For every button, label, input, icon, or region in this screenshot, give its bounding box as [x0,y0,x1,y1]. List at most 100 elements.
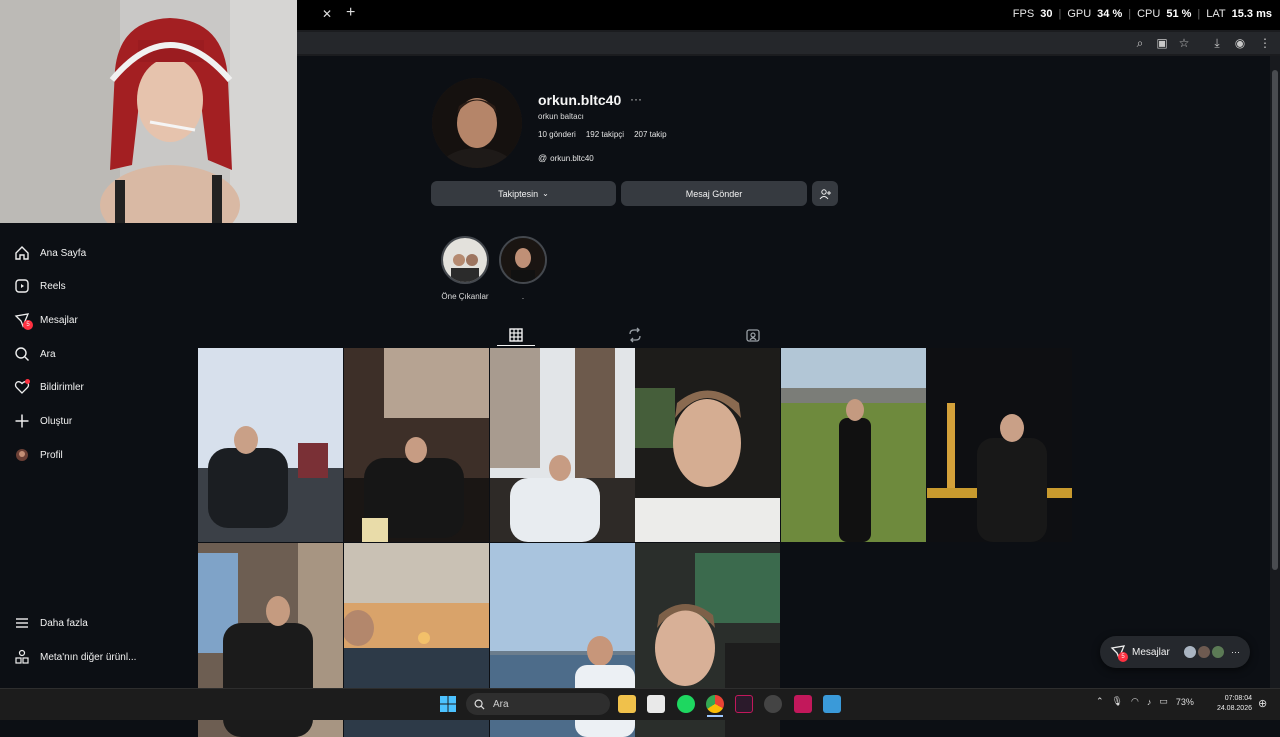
profile-counts: 10 gönderi 192 takipçi 207 takip [538,130,667,139]
sidebar-item-profile[interactable]: Profil [14,445,63,465]
threads-link[interactable]: @ orkun.bltc40 [538,153,594,163]
sidebar-item-create[interactable]: Oluştur [14,411,72,431]
chrome-icon[interactable] [706,695,724,713]
reels-icon [15,279,29,293]
chevron-down-icon: ⌄ [542,189,549,198]
account-icon[interactable]: ◉ [1232,36,1248,50]
threads-handle: orkun.bltc40 [550,153,594,163]
posts-grid-icon[interactable] [507,326,525,344]
taskbar-clock[interactable]: 07:08:04 24.08.2026 [1208,694,1252,714]
post-thumbnail[interactable] [781,348,926,542]
lat-value: 15.3 ms [1231,8,1272,20]
avatar [1197,645,1211,659]
cpu-value: 51 % [1166,8,1192,20]
store-icon[interactable] [647,695,665,713]
sidebar-item-label: Meta'nın diğer ürünl... [40,651,137,663]
taskbar-search-placeholder: Ara [493,698,509,710]
clock-time: 07:08:04 [1224,695,1252,702]
more-options-icon[interactable]: ··· [630,92,642,106]
fps-value: 30 [1040,8,1053,20]
followers-count[interactable]: 192 takipçi [586,130,624,139]
file-explorer-icon[interactable] [618,695,636,713]
highlight-2[interactable] [499,236,547,284]
lat-label: LAT [1206,8,1226,20]
sidebar-item-label: Bildirimler [40,381,84,393]
messages-pill-badge: 5 [1118,652,1128,662]
more-icon: ··· [1231,647,1240,657]
post-thumbnail[interactable] [198,348,343,542]
messages-badge: 5 [23,320,33,330]
messages-pill-label: Mesajlar [1132,646,1170,658]
threads-app-icon[interactable] [764,695,782,713]
sidebar-item-label: Daha fazla [40,617,88,629]
search-icon [474,699,485,710]
scrollbar-thumb[interactable] [1272,70,1278,570]
performance-overlay: FPS 30 | GPU 34 % | CPU 51 % | LAT 15.3 ms [1012,8,1272,20]
app-icon[interactable] [823,695,841,713]
active-app-indicator [707,715,723,717]
bookmark-star-icon[interactable]: ☆ [1176,36,1192,50]
following-count[interactable]: 207 takip [634,130,666,139]
sidebar-item-more[interactable]: Daha fazla [14,613,88,633]
windows-taskbar [0,688,1280,720]
following-button-label: Takiptesin [498,188,539,199]
plus-icon [15,414,29,428]
sidebar-item-messages[interactable]: 5 Mesajlar [14,310,78,330]
gpu-label: GPU [1067,8,1092,20]
sidebar-item-label: Mesajlar [40,314,78,326]
download-icon[interactable]: ⤓ [1209,36,1225,50]
suggested-users-button[interactable] [812,181,838,206]
battery-icon[interactable]: ▭ [1159,696,1168,707]
reposts-icon[interactable] [626,326,644,344]
following-button[interactable]: Takiptesin ⌄ [431,181,616,206]
browser-menu-icon[interactable]: ⋮ [1257,36,1273,50]
post-thumbnail[interactable] [635,348,780,542]
active-tab-indicator [497,345,535,346]
app-icon[interactable] [794,695,812,713]
profile-username: orkun.bltc40 [538,92,622,108]
meta-apps-icon [15,649,29,664]
avatar-icon [16,449,28,461]
close-tab-icon[interactable]: ✕ [322,7,332,21]
app-icon[interactable] [735,695,753,713]
threads-icon: @ [538,153,548,163]
profile-full-name: orkun baltacı [538,112,584,121]
wifi-icon[interactable]: ◠ [1131,696,1139,707]
webcam-overlay [0,0,297,223]
sidebar-item-label: Reels [40,280,66,292]
new-tab-icon[interactable]: + [346,4,355,22]
windows-start-icon[interactable] [440,696,456,712]
search-icon [15,347,29,361]
avatar [1183,645,1197,659]
spotify-icon[interactable] [677,695,695,713]
highlight-1[interactable] [441,236,489,284]
sidebar-item-meta-apps[interactable]: Meta'nın diğer ürünl... [14,647,136,667]
zoom-icon[interactable]: ⌕ [1132,36,1148,50]
menu-icon [16,618,28,628]
sidebar-item-label: Oluştur [40,415,73,427]
sidebar-item-label: Profil [40,449,63,461]
sidebar-item-reels[interactable]: Reels [14,276,66,296]
notification-center-icon[interactable]: ⊕ [1258,697,1267,710]
sidebar-item-notifications[interactable]: Bildirimler [14,377,84,397]
cpu-label: CPU [1137,8,1161,20]
home-icon [15,246,29,260]
messages-pill[interactable]: 5 Mesajlar ··· [1100,636,1250,668]
profile-avatar[interactable] [432,78,522,168]
chevron-up-icon[interactable]: ⌃ [1096,696,1104,707]
post-thumbnail[interactable] [344,348,489,542]
posts-count: 10 gönderi [538,130,576,139]
taskbar-search[interactable]: Ara [466,693,610,715]
gpu-value: 34 % [1097,8,1123,20]
highlight-2-label: . [521,292,525,301]
send-message-button[interactable]: Mesaj Gönder [621,181,807,206]
sidebar-item-home[interactable]: Ana Sayfa [14,243,86,263]
post-thumbnail[interactable] [927,348,1072,542]
volume-icon[interactable]: ♪ [1147,697,1152,707]
tagged-icon[interactable] [744,326,762,344]
clock-date: 24.08.2026 [1216,705,1252,712]
cast-icon[interactable]: ▣ [1154,36,1170,50]
microphone-icon[interactable]: 🎙 [1112,696,1123,707]
sidebar-item-search[interactable]: Ara [14,344,56,364]
post-thumbnail[interactable] [490,348,635,542]
